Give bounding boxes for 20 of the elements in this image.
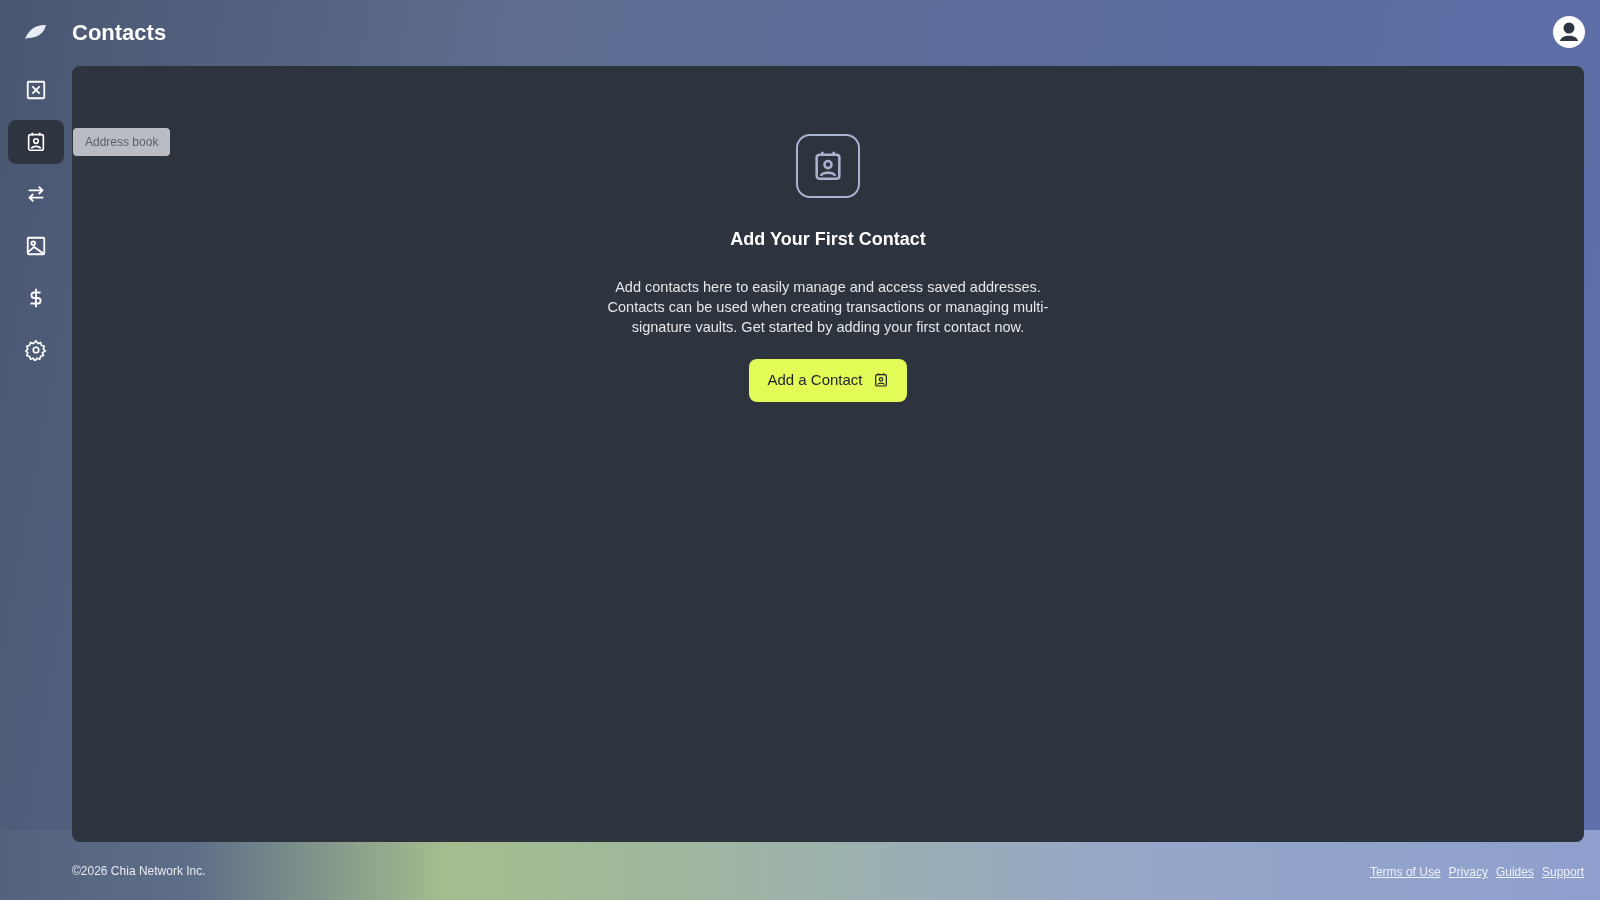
footer-link[interactable]: Guides <box>1495 865 1534 879</box>
settings-icon <box>25 339 47 361</box>
footer-link[interactable]: Support <box>1541 865 1584 879</box>
tooltip: Address book <box>73 128 171 156</box>
empty-state-title: Add Your First Contact <box>730 228 926 251</box>
copyright-text: ©2026 Chia Network Inc. <box>72 863 206 880</box>
vault-icon <box>25 79 47 101</box>
contact-card-icon <box>796 134 860 198</box>
contact-card-icon <box>872 372 889 389</box>
contact-card-icon <box>25 131 47 153</box>
account-avatar-icon[interactable] <box>1552 15 1586 49</box>
leaf-logo-icon <box>22 23 48 41</box>
footer-link[interactable]: Privacy <box>1448 865 1488 879</box>
image-icon <box>25 235 47 257</box>
empty-state-description: Add contacts here to easily manage and access saved addresses. Contacts can be used when creating transactions or managing multi-signature vaults. Get started by adding your first contact now. <box>606 278 1050 337</box>
footer-link[interactable]: Terms of Use <box>1369 865 1441 879</box>
page-title: Contacts <box>72 18 167 47</box>
sidebar-button[interactable] <box>8 120 64 164</box>
add-contact-button[interactable]: Add a Contact <box>749 359 907 402</box>
transfer-arrows-icon <box>25 183 47 205</box>
